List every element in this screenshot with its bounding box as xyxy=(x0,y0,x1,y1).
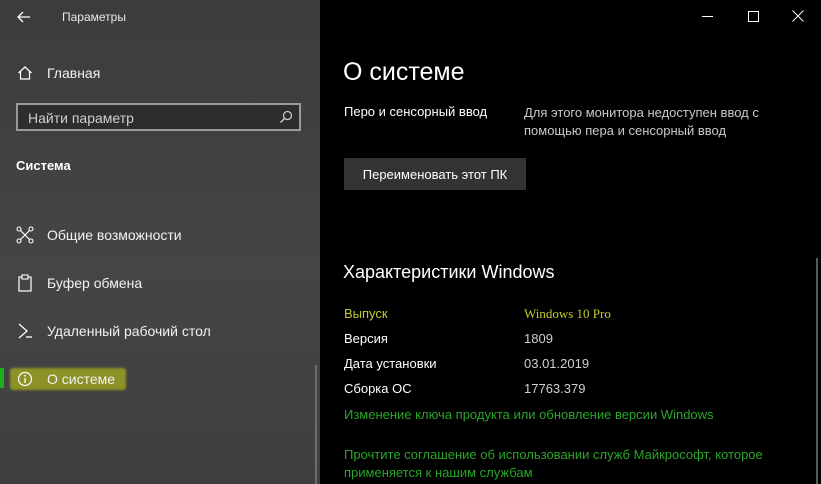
spec-row-edition: Выпуск Windows 10 Pro xyxy=(344,306,784,326)
sidebar-item-label: Буфер обмена xyxy=(47,275,143,291)
remote-desktop-icon xyxy=(16,322,34,340)
spec-value: Windows 10 Pro xyxy=(524,306,611,321)
spec-row-os-build: Сборка ОС 17763.379 xyxy=(344,381,784,401)
pen-touch-label: Перо и сенсорный ввод xyxy=(344,104,488,119)
clipboard-icon xyxy=(16,274,34,292)
change-product-key-link[interactable]: Изменение ключа продукта или обновление … xyxy=(344,406,774,424)
rename-pc-button[interactable]: Переименовать этот ПК xyxy=(344,158,526,190)
spec-key: Дата установки xyxy=(344,356,437,371)
search-input[interactable] xyxy=(18,105,280,131)
pen-touch-value: Для этого монитора недоступен ввод с пом… xyxy=(524,105,759,138)
sidebar-item-about[interactable]: О системе xyxy=(0,360,320,398)
sidebar-item-label: Главная xyxy=(47,65,101,81)
spec-row-install-date: Дата установки 03.01.2019 xyxy=(344,356,784,376)
section-title: Система xyxy=(16,158,71,173)
sidebar-item-label: Удаленный рабочий стол xyxy=(47,323,211,339)
spec-value: 17763.379 xyxy=(524,381,586,396)
sidebar-item-label: О системе xyxy=(47,371,116,387)
search-box[interactable] xyxy=(16,103,301,131)
back-button[interactable] xyxy=(10,3,38,31)
services-agreement-link[interactable]: Прочтите соглашение об использовании слу… xyxy=(344,446,774,482)
search-icon[interactable] xyxy=(279,110,293,124)
sidebar-item-remote-desktop[interactable]: Удаленный рабочий стол xyxy=(0,312,320,350)
minimize-button[interactable] xyxy=(684,0,730,32)
sidebar-item-home[interactable]: Главная xyxy=(0,54,320,92)
app-title: Параметры xyxy=(62,10,126,24)
close-icon xyxy=(792,10,804,22)
spec-key: Версия xyxy=(344,331,388,346)
home-icon xyxy=(16,64,34,82)
spec-row-version: Версия 1809 xyxy=(344,331,784,351)
sidebar-scrollbar[interactable] xyxy=(315,365,317,484)
maximize-icon xyxy=(747,10,759,22)
sidebar: Параметры Главная Система Общие возмо xyxy=(0,0,320,484)
sidebar-item-shared-experiences[interactable]: Общие возможности xyxy=(0,216,320,254)
main-scrollbar[interactable] xyxy=(816,258,818,484)
spec-key: Выпуск xyxy=(344,306,388,321)
page-title: О системе xyxy=(343,58,465,86)
windows-specs-heading: Характеристики Windows xyxy=(343,262,555,282)
sidebar-item-label: Общие возможности xyxy=(47,227,182,243)
close-button[interactable] xyxy=(775,0,821,32)
main-content: О системе Перо и сенсорный ввод Для этог… xyxy=(320,0,821,484)
info-icon xyxy=(16,370,34,388)
back-arrow-icon xyxy=(17,11,30,23)
shared-experiences-icon xyxy=(16,226,34,244)
spec-key: Сборка ОС xyxy=(344,381,412,396)
sidebar-item-clipboard[interactable]: Буфер обмена xyxy=(0,264,320,302)
spec-value: 1809 xyxy=(524,331,553,346)
maximize-button[interactable] xyxy=(730,0,776,32)
title-bar-left: Параметры xyxy=(0,0,320,34)
spec-value: 03.01.2019 xyxy=(524,356,590,371)
minimize-icon xyxy=(701,15,713,17)
